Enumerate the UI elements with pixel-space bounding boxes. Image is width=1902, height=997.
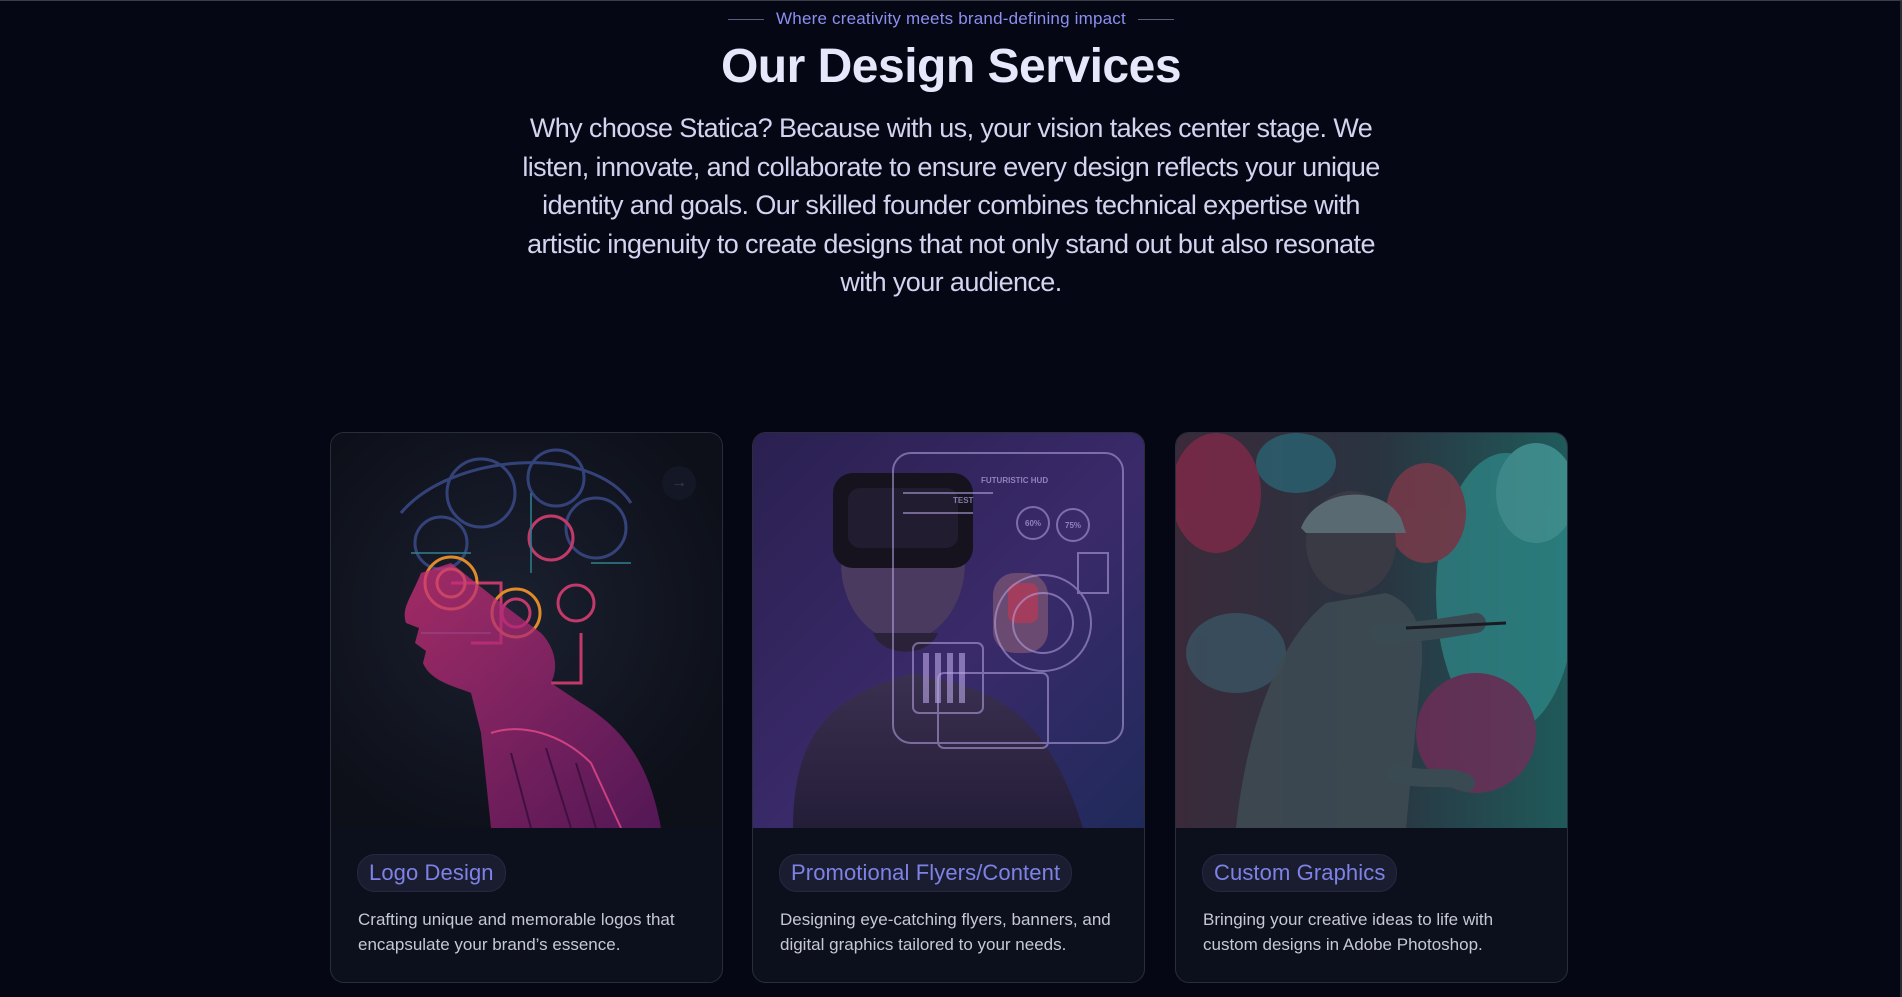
hud-label-test: TEST bbox=[953, 496, 974, 505]
service-card-logo-design[interactable]: → Logo Design Crafting unique and memora… bbox=[330, 432, 723, 983]
page-title: Our Design Services bbox=[720, 40, 1182, 93]
card-title: Custom Graphics bbox=[1202, 854, 1398, 892]
card-description: Designing eye-catching flyers, banners, … bbox=[780, 910, 1111, 954]
logo-design-image: → bbox=[331, 433, 722, 828]
card-title: Logo Design bbox=[357, 854, 506, 892]
eyebrow-line-left bbox=[728, 18, 765, 20]
card-description: Crafting unique and memorable logos that… bbox=[358, 910, 675, 954]
card-description: Bringing your creative ideas to life wit… bbox=[1203, 910, 1494, 954]
eyebrow-line-right bbox=[1137, 18, 1174, 20]
eyebrow: Where creativity meets brand-defining im… bbox=[0, 9, 1902, 29]
hud-label-futuristic: FUTURISTIC HUD bbox=[981, 476, 1048, 485]
hud-label-60: 60% bbox=[1025, 519, 1041, 528]
intro-paragraph: Why choose Statica? Because with us, you… bbox=[522, 113, 1380, 297]
service-card-custom-graphics[interactable]: Custom Graphics Bringing your creative i… bbox=[1175, 432, 1568, 983]
promotional-image: FUTURISTIC HUD TEST 60% 75% bbox=[753, 433, 1144, 828]
arrow-right-icon[interactable]: → bbox=[662, 466, 696, 500]
card-title: Promotional Flyers/Content bbox=[779, 854, 1073, 892]
service-card-promotional[interactable]: FUTURISTIC HUD TEST 60% 75% Promotional … bbox=[752, 432, 1145, 983]
hud-label-75: 75% bbox=[1065, 521, 1081, 530]
eyebrow-text: Where creativity meets brand-defining im… bbox=[776, 9, 1126, 28]
custom-graphics-image bbox=[1176, 433, 1567, 828]
